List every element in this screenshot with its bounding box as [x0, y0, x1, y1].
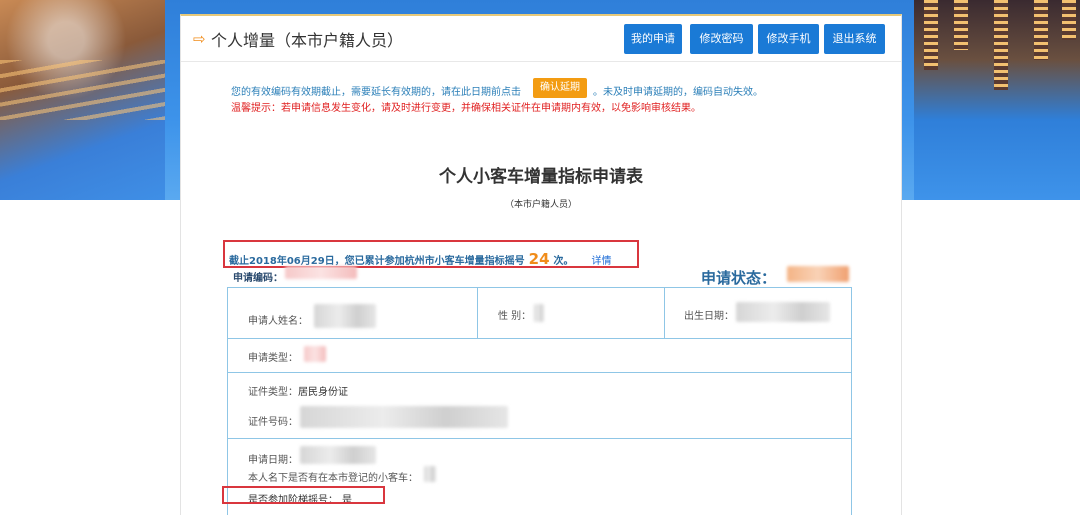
registered-car-value-redacted: [424, 466, 436, 482]
application-code-value-redacted: [285, 266, 357, 279]
birth-date-value-redacted: [736, 302, 830, 322]
apply-date-label: 申请日期：: [248, 455, 298, 466]
gender-value-redacted: [534, 304, 544, 322]
ladder-highlight-box: [222, 486, 385, 504]
application-type-label: 申请类型：: [248, 353, 298, 364]
detail-link[interactable]: 详情: [592, 256, 612, 267]
id-number-label: 证件号码：: [248, 417, 298, 428]
application-info-table: 申请人姓名： 性 别： 出生日期： 申请类型： 证件类型： 居民身份证 证件号码…: [227, 287, 852, 515]
background-city-right: [914, 0, 1080, 200]
warm-tip: 温馨提示：若申请信息发生变化，请及时进行变更，并确保相关证件在申请期内有效，以免…: [231, 103, 701, 114]
registered-car-label: 本人名下是否有在本市登记的小客车：: [248, 473, 418, 484]
application-type-value-redacted: [304, 346, 326, 362]
count-prefix: 截止2018年06月29日，您已累计参加杭州市小客车增量指标摇号: [229, 256, 525, 267]
id-type-value: 居民身份证: [298, 387, 348, 398]
form-subtitle: （本市户籍人员）: [504, 200, 577, 210]
birth-date-label: 出生日期：: [684, 311, 734, 322]
change-password-button[interactable]: 修改密码: [690, 24, 753, 54]
validity-notice-suffix: 。未及时申请延期的，编码自动失效。: [593, 87, 763, 98]
logout-button[interactable]: 退出系统: [824, 24, 885, 54]
gender-label: 性 别：: [498, 311, 532, 322]
lottery-count-value: 24: [528, 250, 550, 268]
page-header: ⇨ 个人增量（本市户籍人员） 我的申请 修改密码 修改手机 退出系统: [181, 16, 901, 62]
confirm-extension-button[interactable]: 确认延期: [533, 78, 587, 98]
applicant-name-value-redacted: [314, 304, 376, 328]
apply-date-value-redacted: [300, 446, 376, 464]
background-city-left: [0, 0, 165, 200]
count-suffix: 次。: [553, 256, 574, 267]
page-title: 个人增量（本市户籍人员）: [211, 31, 404, 50]
application-code-label: 申请编码：: [233, 273, 283, 284]
form-title: 个人小客车增量指标申请表: [439, 167, 643, 187]
application-status-value-redacted: [787, 266, 849, 282]
change-phone-button[interactable]: 修改手机: [758, 24, 819, 54]
applicant-name-label: 申请人姓名：: [248, 316, 308, 327]
application-status-label: 申请状态：: [701, 269, 777, 287]
id-number-value-redacted: [300, 406, 508, 428]
validity-notice: 您的有效编码有效期截止，需要延长有效期的，请在此日期前点击: [231, 87, 521, 98]
arrow-right-icon: ⇨: [193, 30, 206, 48]
my-application-button[interactable]: 我的申请: [624, 24, 682, 54]
id-type-label: 证件类型：: [248, 387, 298, 398]
main-panel: ⇨ 个人增量（本市户籍人员） 我的申请 修改密码 修改手机 退出系统 您的有效编…: [180, 14, 902, 515]
